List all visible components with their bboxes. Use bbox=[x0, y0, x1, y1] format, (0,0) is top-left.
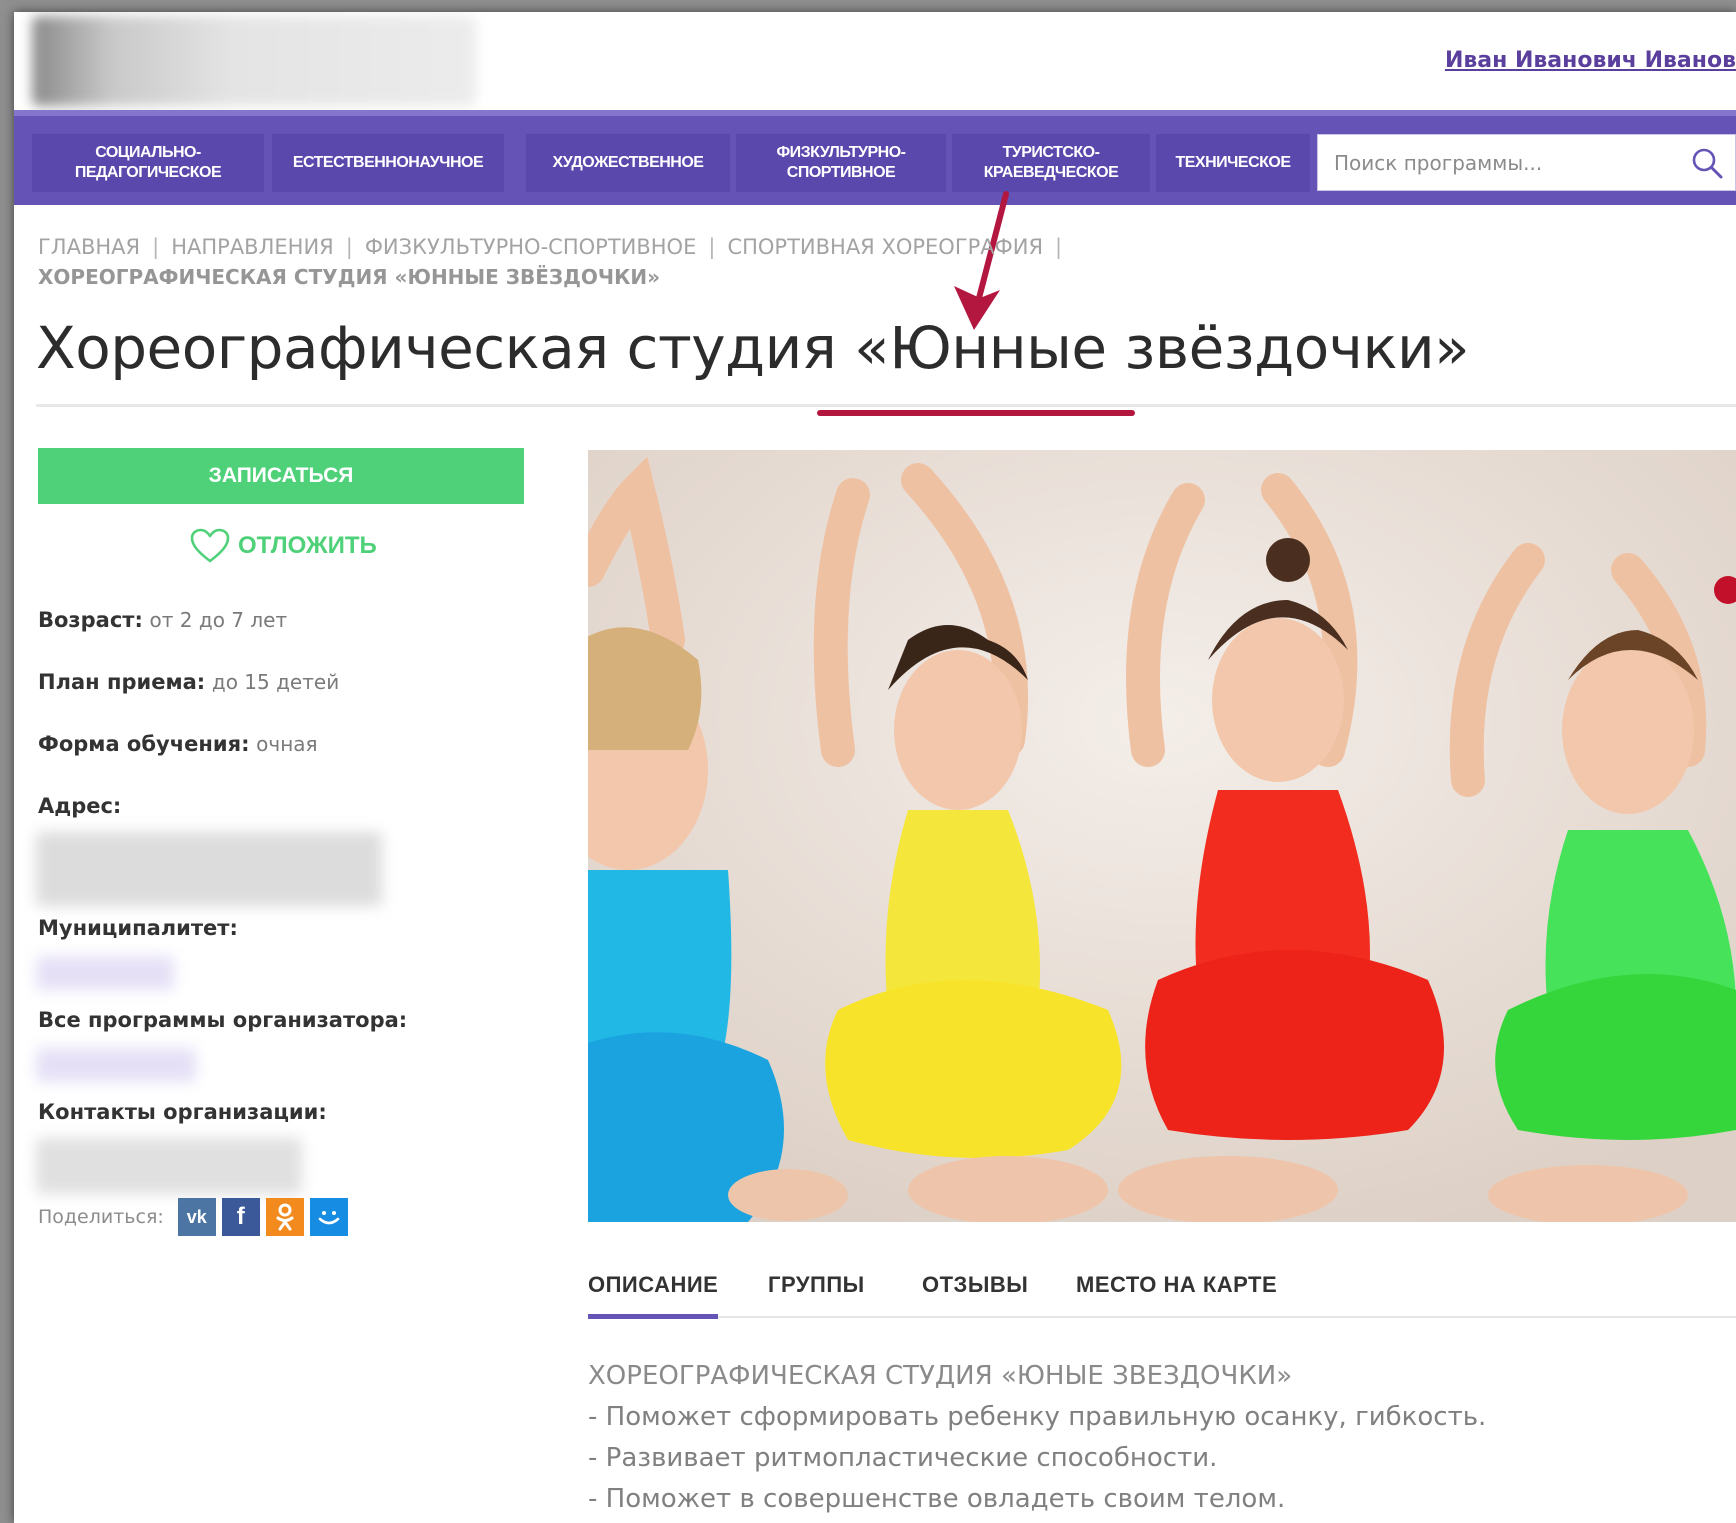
description-line: - Развивает ритмопластические способност… bbox=[588, 1443, 1218, 1473]
address-value-blurred bbox=[36, 832, 382, 906]
nav-item-sport[interactable]: Физкультурно- спортивное bbox=[736, 134, 946, 192]
municipality-value-blurred[interactable] bbox=[36, 956, 174, 990]
breadcrumb-separator: | bbox=[345, 235, 353, 259]
address-row: Адрес: bbox=[38, 794, 121, 818]
nav-item-art[interactable]: Художественное bbox=[526, 134, 730, 192]
all-programs-link-blurred[interactable] bbox=[36, 1048, 196, 1082]
share-row: Поделиться: vk f bbox=[38, 1198, 348, 1236]
age-value: от 2 до 7 лет bbox=[149, 608, 288, 632]
breadcrumb-item-directions[interactable]: Направления bbox=[171, 235, 334, 259]
vk-icon[interactable]: vk bbox=[177, 1198, 216, 1236]
plan-row: План приема: до 15 детей bbox=[38, 670, 339, 694]
all-programs-label: Все программы организатора: bbox=[38, 1008, 408, 1032]
nav-item-science[interactable]: Естественнонаучное bbox=[272, 134, 504, 192]
facebook-icon[interactable]: f bbox=[221, 1198, 260, 1236]
title-divider bbox=[36, 404, 1736, 407]
tab-reviews[interactable]: Отзывы bbox=[922, 1272, 1028, 1298]
tab-groups[interactable]: Группы bbox=[768, 1272, 865, 1298]
share-label: Поделиться: bbox=[38, 1206, 164, 1228]
annotation-underline bbox=[817, 410, 1135, 416]
search-icon[interactable] bbox=[1679, 135, 1735, 190]
description-heading: Хореографическая студия «Юные звездочки» bbox=[588, 1361, 1293, 1391]
nav-item-tourism[interactable]: Туристско- краеведческое bbox=[952, 134, 1150, 192]
nav-item-technical[interactable]: Техническое bbox=[1156, 134, 1310, 192]
breadcrumb-item-home[interactable]: Главная bbox=[38, 235, 140, 259]
tab-description[interactable]: Описание bbox=[588, 1272, 719, 1319]
age-label: Возраст: bbox=[38, 608, 143, 632]
all-programs-row: Все программы организатора: bbox=[38, 1008, 407, 1032]
odnoklassniki-icon[interactable] bbox=[265, 1198, 304, 1236]
breadcrumb-separator: | bbox=[1055, 235, 1063, 259]
breadcrumb-separator: | bbox=[152, 235, 160, 259]
moimir-icon[interactable] bbox=[309, 1198, 348, 1236]
contacts-value-blurred bbox=[36, 1138, 302, 1194]
breadcrumb-separator: | bbox=[708, 235, 716, 259]
tab-map[interactable]: Место на карте bbox=[1076, 1272, 1277, 1298]
contacts-label: Контакты организации: bbox=[38, 1100, 327, 1124]
age-row: Возраст: от 2 до 7 лет bbox=[38, 608, 287, 632]
program-photo bbox=[588, 450, 1736, 1222]
form-label: Форма обучения: bbox=[38, 732, 250, 756]
user-profile-link[interactable]: Иван Иванович Иванов bbox=[1445, 48, 1736, 73]
description: Хореографическая студия «Юные звездочки»… bbox=[588, 1356, 1728, 1520]
logo-blurred[interactable] bbox=[32, 16, 476, 106]
top-navigation: Социально- педагогическое Естественнонау… bbox=[14, 110, 1736, 205]
breadcrumb-item-sport[interactable]: Физкультурно-спортивное bbox=[365, 235, 697, 259]
breadcrumb-item-choreography[interactable]: Спортивная хореография bbox=[727, 235, 1043, 259]
form-value: очная bbox=[256, 732, 318, 756]
search-box bbox=[1317, 134, 1736, 191]
form-row: Форма обучения: очная bbox=[38, 732, 318, 756]
municipality-label: Муниципалитет: bbox=[38, 916, 238, 940]
address-label: Адрес: bbox=[38, 794, 122, 818]
description-line: - Поможет в совершенстве овладеть своим … bbox=[588, 1484, 1286, 1514]
page-title: Хореографическая студия «Юнные звёздочки… bbox=[36, 314, 1470, 382]
dancers-image bbox=[588, 450, 1736, 1222]
contacts-row: Контакты организации: bbox=[38, 1100, 327, 1124]
page: Иван Иванович Иванов Социально- педагоги… bbox=[14, 12, 1736, 1523]
signup-button[interactable]: ЗАПИСАТЬСЯ bbox=[38, 448, 524, 504]
description-line: - Поможет сформировать ребенку правильну… bbox=[588, 1402, 1487, 1432]
breadcrumb-current: Хореографическая студия «Юнные звёздочки… bbox=[38, 265, 661, 289]
plan-value: до 15 детей bbox=[211, 670, 340, 694]
breadcrumb: Главная | Направления | Физкультурно-спортив… bbox=[38, 232, 1158, 292]
search-input[interactable] bbox=[1318, 135, 1679, 190]
heart-icon bbox=[190, 528, 230, 563]
postpone-button[interactable]: ОТЛОЖИТЬ bbox=[190, 526, 377, 566]
program-tabs: Описание Группы Отзывы Место на карте bbox=[588, 1262, 1736, 1319]
municipality-row: Муниципалитет: bbox=[38, 916, 238, 940]
plan-label: План приема: bbox=[38, 670, 206, 694]
postpone-label: ОТЛОЖИТЬ bbox=[238, 532, 377, 559]
nav-item-social[interactable]: Социально- педагогическое bbox=[32, 134, 264, 192]
